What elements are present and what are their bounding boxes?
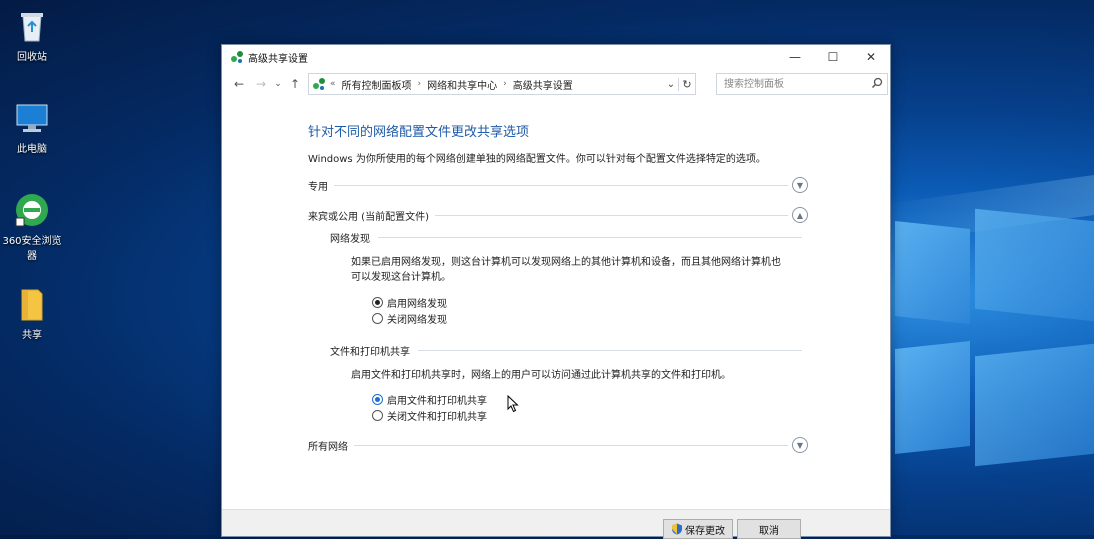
radio-disable-file-printer-sharing[interactable]: 关闭文件和打印机共享: [372, 407, 808, 423]
radio-button-checked[interactable]: [372, 296, 383, 308]
desktop-icon-label: 共享: [22, 330, 42, 341]
section-all-networks[interactable]: 所有网络 ▼: [308, 435, 808, 455]
search-icon[interactable]: [871, 77, 887, 92]
refresh-icon[interactable]: ↻: [678, 77, 695, 91]
section-divider: [434, 214, 788, 216]
address-bar[interactable]: « 所有控制面板项 › 网络和共享中心 › 高级共享设置 ⌄ ↻: [308, 73, 696, 95]
desktop-icon-share-folder[interactable]: 共享: [2, 286, 62, 341]
expand-chevron-down-icon[interactable]: ▼: [792, 177, 808, 193]
main-content: 针对不同的网络配置文件更改共享选项 Windows 为你所使用的每个网络创建单独…: [308, 119, 808, 455]
title-bar[interactable]: 高级共享设置 — ☐ ✕: [222, 45, 890, 69]
breadcrumb-network-sharing-center[interactable]: 网络和共享中心: [427, 77, 497, 92]
subsection-file-printer-sharing: 文件和打印机共享: [330, 340, 802, 360]
desktop-icon-label: 回收站: [17, 52, 47, 63]
minimize-button[interactable]: —: [776, 45, 814, 69]
section-divider: [354, 444, 788, 446]
radio-label: 关闭网络发现: [387, 314, 447, 326]
description-line: 可以发现这台计算机。: [351, 272, 451, 283]
advanced-sharing-window: 高级共享设置 — ☐ ✕ ← → ⌄ ↑ « 所有控制面板项 › 网络和共享中心…: [221, 44, 891, 539]
breadcrumb-separator-icon: ›: [503, 79, 507, 89]
subsection-title: 网络发现: [330, 233, 370, 245]
page-description: Windows 为你所使用的每个网络创建单独的网络配置文件。你可以针对每个配置文…: [308, 154, 766, 165]
desktop-icon-label: 此电脑: [17, 144, 47, 155]
subsection-divider: [418, 349, 802, 351]
subsection-network-discovery: 网络发现: [330, 227, 802, 247]
file-printer-sharing-description: 启用文件和打印机共享时，网络上的用户可以访问通过此计算机共享的文件和打印机。: [351, 370, 731, 381]
subsection-divider: [378, 236, 802, 238]
desktop-icon-label: 360安全浏览器: [2, 236, 62, 262]
control-panel-network-icon: [312, 77, 326, 91]
uac-shield-icon: [671, 523, 683, 535]
radio-label: 关闭文件和打印机共享: [387, 411, 487, 423]
address-overflow-icon[interactable]: «: [330, 79, 336, 89]
desktop-icon-recycle-bin[interactable]: 回收站: [2, 8, 62, 63]
section-label: 来宾或公用 (当前配置文件): [308, 211, 429, 223]
folder-icon: [14, 286, 50, 322]
section-label: 专用: [308, 181, 328, 193]
section-label: 所有网络: [308, 441, 348, 453]
recent-locations-chevron-icon[interactable]: ⌄: [272, 73, 284, 95]
network-icon: [230, 50, 244, 64]
network-discovery-description: 如果已启用网络发现，则这台计算机可以发现网络上的其他计算机和设备，而且其他网络计…: [351, 255, 801, 285]
breadcrumb-separator-icon: ›: [417, 79, 422, 89]
address-dropdown-chevron-icon[interactable]: ⌄: [664, 79, 678, 90]
section-guest-public[interactable]: 来宾或公用 (当前配置文件) ▲: [308, 205, 808, 225]
expand-chevron-down-icon[interactable]: ▼: [792, 437, 808, 453]
section-private[interactable]: 专用 ▼: [308, 175, 808, 195]
page-heading: 针对不同的网络配置文件更改共享选项: [308, 125, 530, 140]
up-arrow-icon[interactable]: ↑: [284, 73, 306, 95]
forward-arrow-icon[interactable]: →: [250, 73, 272, 95]
radio-button-checked[interactable]: [372, 393, 383, 405]
search-input[interactable]: [717, 77, 871, 91]
desktop-icon-this-pc[interactable]: 此电脑: [2, 100, 62, 155]
recycle-bin-icon: [14, 8, 50, 44]
breadcrumb-all-control-panel-items[interactable]: 所有控制面板项: [342, 77, 412, 92]
navigation-bar: ← → ⌄ ↑ « 所有控制面板项 › 网络和共享中心 › 高级共享设置 ⌄ ↻: [222, 69, 890, 99]
subsection-title: 文件和打印机共享: [330, 346, 410, 358]
computer-icon: [14, 100, 50, 136]
radio-label: 启用文件和打印机共享: [387, 395, 487, 407]
radio-button[interactable]: [372, 312, 383, 324]
search-box: [716, 73, 888, 95]
radio-button[interactable]: [372, 409, 383, 421]
desktop-icon-360-browser[interactable]: 360安全浏览器: [2, 192, 62, 262]
window-title: 高级共享设置: [248, 53, 308, 65]
back-arrow-icon[interactable]: ←: [228, 73, 250, 95]
maximize-button[interactable]: ☐: [814, 45, 852, 69]
radio-disable-network-discovery[interactable]: 关闭网络发现: [372, 310, 808, 326]
button-bar: 保存更改 取消: [222, 509, 890, 539]
save-changes-button[interactable]: 保存更改: [663, 519, 733, 539]
cancel-button[interactable]: 取消: [737, 519, 801, 539]
browser-icon: [14, 192, 50, 228]
breadcrumb-advanced-sharing[interactable]: 高级共享设置: [513, 77, 573, 92]
save-button-label: 保存更改: [685, 525, 725, 537]
close-button[interactable]: ✕: [852, 45, 890, 69]
collapse-chevron-up-icon[interactable]: ▲: [792, 207, 808, 223]
section-divider: [334, 184, 788, 186]
description-line: 如果已启用网络发现，则这台计算机可以发现网络上的其他计算机和设备，而且其他网络计…: [351, 257, 781, 268]
radio-enable-file-printer-sharing[interactable]: 启用文件和打印机共享: [372, 391, 808, 407]
radio-enable-network-discovery[interactable]: 启用网络发现: [372, 294, 808, 310]
radio-label: 启用网络发现: [387, 298, 447, 310]
